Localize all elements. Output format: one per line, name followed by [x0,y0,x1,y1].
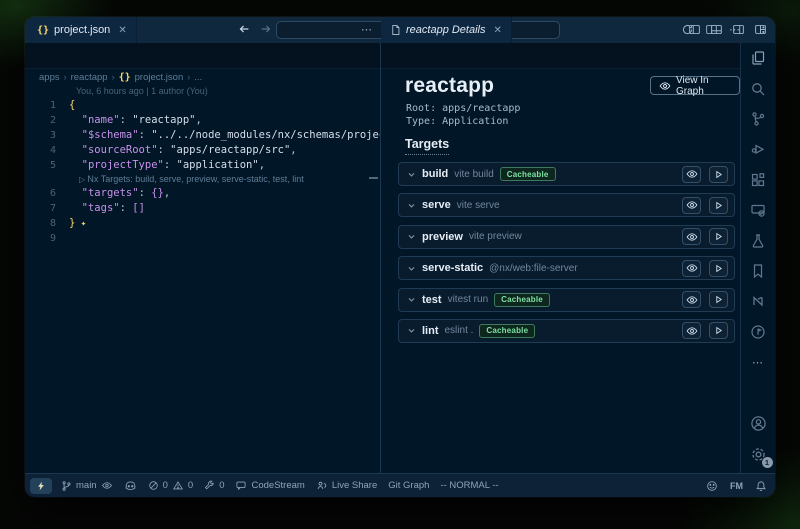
run-debug-icon[interactable] [741,134,775,164]
show-config-button[interactable] [682,197,701,214]
breadcrumb[interactable]: apps › reactapp › {} project.json › ... [25,69,380,85]
problems-indicator[interactable]: 0 0 [148,480,194,491]
show-config-button[interactable] [682,291,701,308]
project-details-panel: reactapp View In Graph Root: apps/reacta… [381,69,740,473]
chevron-right-icon: › [187,72,190,82]
target-row-lint[interactable]: lint eslint . Cacheable [398,319,735,343]
tab-label: project.json [54,24,110,36]
bookmarks-icon[interactable] [741,256,775,286]
cacheable-badge: Cacheable [479,324,535,338]
chevron-right-icon: › [112,72,115,82]
json-file-icon: {} [119,72,131,83]
close-tab-icon[interactable]: ✕ [494,25,502,36]
back-arrow-icon[interactable] [237,22,251,36]
codestream-indicator[interactable]: CodeStream [235,480,304,491]
accounts-icon[interactable] [741,409,775,439]
project-title: reactapp [405,74,494,98]
branch-icon [61,480,72,492]
settings-badge: 1 [762,457,773,468]
split-editor-icon[interactable] [705,23,718,36]
forward-arrow-icon[interactable] [259,22,273,36]
status-bar: main 0 0 0 CodeStream Live Share Git Gra… [25,473,775,497]
fm-indicator[interactable]: FM [730,481,743,491]
chevron-down-icon[interactable] [407,326,416,335]
nx-console-icon[interactable] [741,286,775,316]
chevron-down-icon[interactable] [407,232,416,241]
show-config-button[interactable] [682,166,701,183]
chevron-down-icon[interactable] [407,295,416,304]
git-branch-indicator[interactable]: main [61,480,113,492]
tool-counter[interactable]: 0 [204,480,224,491]
vim-mode-indicator[interactable]: -- NORMAL -- [440,480,498,491]
live-share-indicator[interactable]: Live Share [316,480,377,492]
breadcrumb-item[interactable]: project.json [135,72,184,83]
editor-actions-more-icon[interactable]: ⋯ [729,23,741,36]
eye-icon [659,80,671,92]
vscode-window: projcrystal {} project.json ✕ ⋯ reactapp… [25,17,775,497]
breadcrumb-item[interactable]: reactapp [71,72,108,83]
testing-beaker-icon[interactable] [741,225,775,255]
share-icon [316,480,328,492]
comment-icon [235,480,247,491]
tab-project-json[interactable]: {} project.json ✕ [28,17,137,43]
targets-list: build vite build Cacheable serve vite se… [398,162,735,350]
source-control-icon[interactable] [741,104,775,134]
show-config-button[interactable] [682,228,701,245]
chevron-right-icon: › [64,72,67,82]
editor-group-more-icon[interactable]: ⋯ [361,23,373,36]
breadcrumb-item[interactable]: ... [194,72,202,83]
chevron-down-icon[interactable] [407,201,416,210]
chevron-down-icon[interactable] [407,264,416,273]
project-root: Root: apps/reactapp [406,102,520,115]
target-row-serve[interactable]: serve vite serve [398,193,735,217]
target-row-test[interactable]: test vitest run Cacheable [398,288,735,312]
target-row-build[interactable]: build vite build Cacheable [398,162,735,186]
targets-heading: Targets [405,137,449,155]
eye-icon[interactable] [101,480,113,491]
explorer-icon[interactable] [741,43,775,73]
tab-label: reactapp Details [406,24,486,36]
remote-indicator[interactable] [30,478,52,494]
errors-icon [148,480,159,491]
remote-explorer-icon[interactable] [741,195,775,225]
commit-graph-icon[interactable] [741,317,775,347]
extensions-icon[interactable] [741,165,775,195]
run-target-button[interactable] [709,291,728,308]
run-target-button[interactable] [709,228,728,245]
run-target-button[interactable] [709,166,728,183]
copilot-icon[interactable] [124,480,137,491]
show-config-button[interactable] [682,260,701,277]
notifications-bell-icon[interactable] [755,480,767,492]
view-in-graph-button[interactable]: View In Graph [650,76,740,95]
search-icon[interactable] [741,73,775,103]
tab-reactapp-details[interactable]: reactapp Details ✕ [381,17,512,43]
close-tab-icon[interactable]: ✕ [118,25,126,36]
target-row-serve-static[interactable]: serve-static @nx/web:file-server [398,256,735,280]
run-target-button[interactable] [709,322,728,339]
cacheable-badge: Cacheable [494,293,550,307]
customize-layout-icon[interactable] [754,23,767,36]
activity-bar: ⋯ 1 [740,43,775,473]
refresh-icon[interactable] [681,23,694,36]
feedback-smiley-icon[interactable] [706,480,718,492]
code-lines: You, 6 hours ago | 1 author (You)1{2 "na… [25,85,380,246]
project-type: Type: Application [406,115,520,128]
tab-bar [25,43,740,69]
run-target-button[interactable] [709,197,728,214]
show-config-button[interactable] [682,322,701,339]
file-icon [390,24,401,36]
warnings-icon [172,480,184,491]
json-file-icon: {} [37,25,49,36]
scrollbar-decoration [369,177,378,179]
breadcrumb-item[interactable]: apps [39,72,60,83]
wrench-icon [204,480,215,491]
git-graph-indicator[interactable]: Git Graph [388,480,429,491]
additional-views-icon[interactable]: ⋯ [741,347,775,377]
target-row-preview[interactable]: preview vite preview [398,225,735,249]
editor-pane[interactable]: You, 6 hours ago | 1 author (You)1{2 "na… [25,85,380,473]
cacheable-badge: Cacheable [500,167,556,181]
run-target-button[interactable] [709,260,728,277]
chevron-down-icon[interactable] [407,170,416,179]
